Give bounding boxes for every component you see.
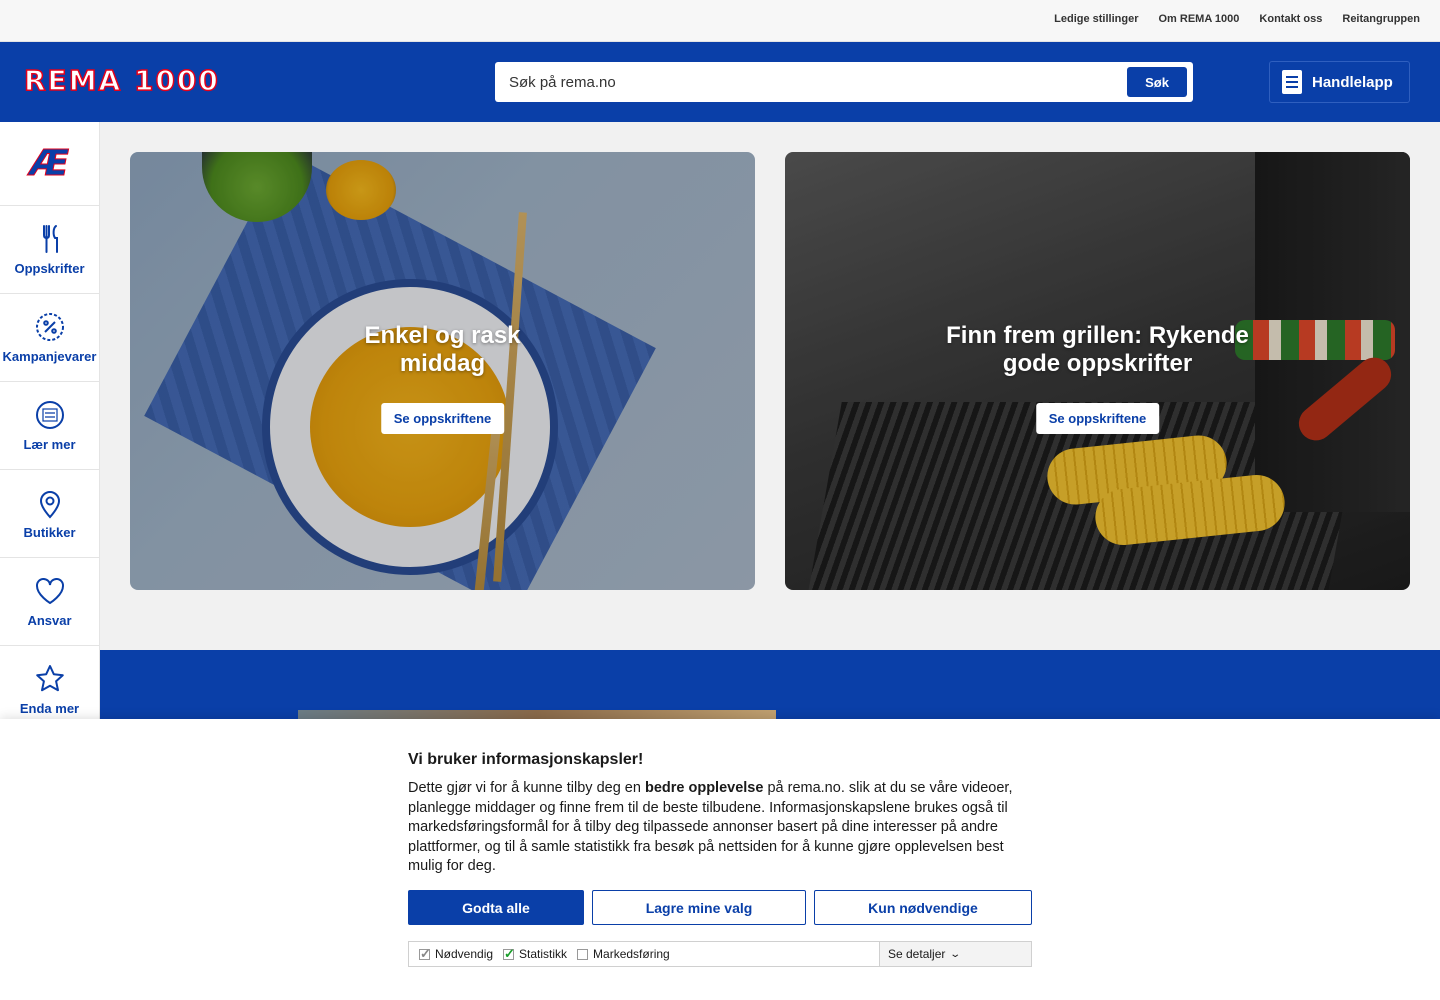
shopping-list-label: Handlelapp: [1312, 73, 1393, 91]
ae-logo-icon: Æ: [29, 143, 70, 185]
sidebar-item-kampanjevarer[interactable]: Kampanjevarer: [0, 294, 99, 382]
sidebar-brand[interactable]: Æ: [0, 122, 99, 206]
card-title: Finn frem grillen: Rykende gode oppskrif…: [946, 322, 1249, 377]
see-details-toggle[interactable]: Se detaljer ⌄: [879, 942, 1031, 966]
heart-icon: [35, 578, 64, 605]
sidebar-item-label: Ansvar: [27, 613, 72, 628]
promo-card-middag[interactable]: Enkel og rask middag Se oppskriftene: [130, 152, 755, 590]
sidebar-item-label: Lær mer: [23, 437, 76, 452]
link-reitangruppen[interactable]: Reitangruppen: [1342, 13, 1420, 25]
cookie-text-part: Dette gjør vi for å kunne tilby deg en: [408, 780, 645, 796]
sidebar-item-label: Butikker: [23, 525, 76, 540]
link-kontakt-oss[interactable]: Kontakt oss: [1259, 13, 1322, 25]
search-button[interactable]: Søk: [1127, 67, 1187, 97]
cookie-description: Dette gjør vi for å kunne tilby deg en b…: [408, 779, 1038, 877]
shopping-list-button[interactable]: Handlelapp: [1269, 61, 1410, 103]
see-recipes-button[interactable]: Se oppskriftene: [380, 403, 505, 434]
star-icon: [35, 665, 64, 692]
location-pin-icon: [39, 491, 60, 519]
option-nodvendig[interactable]: Nødvendig: [419, 946, 494, 962]
cookie-text-bold: bedre opplevelse: [644, 780, 764, 796]
sidebar-nav: Æ Oppskrifter Kampanjevarer Lær mer Buti…: [0, 122, 100, 734]
sidebar-item-oppskrifter[interactable]: Oppskrifter: [0, 206, 99, 294]
rema-logo[interactable]: REMA 1000: [23, 63, 220, 98]
search-input[interactable]: [509, 71, 1109, 93]
link-ledige-stillinger[interactable]: Ledige stillinger: [1054, 13, 1138, 25]
cutlery-icon: [42, 225, 58, 253]
option-markedsforing[interactable]: Markedsføring: [577, 947, 670, 961]
percent-icon: [35, 313, 64, 341]
only-necessary-button[interactable]: Kun nødvendige: [814, 890, 1032, 925]
sidebar-item-butikker[interactable]: Butikker: [0, 470, 99, 558]
see-recipes-button[interactable]: Se oppskriftene: [1035, 403, 1160, 434]
chevron-down-icon: ⌄: [949, 948, 962, 960]
sidebar-item-laer-mer[interactable]: Lær mer: [0, 382, 99, 470]
promo-card-grill[interactable]: Finn frem grillen: Rykende gode oppskrif…: [785, 152, 1410, 590]
cookie-banner: Vi bruker informasjonskapsler! Dette gjø…: [0, 719, 1440, 1000]
option-statistikk[interactable]: Statistikk: [503, 946, 568, 962]
sidebar-item-label: Kampanjevarer: [2, 349, 97, 364]
details-label: Se detaljer: [888, 947, 946, 961]
laer-mer-icon: [35, 401, 64, 429]
card-title: Enkel og rask middag: [364, 322, 521, 377]
cookie-title: Vi bruker informasjonskapsler!: [408, 751, 644, 768]
sidebar-item-label: Oppskrifter: [14, 261, 85, 276]
checkbox-markedsforing[interactable]: [577, 948, 589, 960]
utility-links: Ledige stillinger Om REMA 1000 Kontakt o…: [1054, 13, 1420, 25]
option-label: Statistikk: [519, 947, 568, 961]
option-label: Nødvendig: [435, 947, 494, 961]
link-om-rema[interactable]: Om REMA 1000: [1159, 13, 1240, 25]
site-header: REMA 1000 Søk Handlelapp: [0, 42, 1440, 122]
cookie-options: Nødvendig Statistikk Markedsføring Se de…: [408, 941, 1032, 967]
search-bar: Søk: [495, 62, 1193, 102]
accept-all-button[interactable]: Godta alle: [408, 890, 584, 925]
checkbox-statistikk[interactable]: [503, 946, 515, 962]
checkbox-nodvendig[interactable]: [419, 946, 431, 962]
sidebar-item-ansvar[interactable]: Ansvar: [0, 558, 99, 646]
shopping-list-icon: [1282, 70, 1302, 94]
sidebar-item-label: Enda mer: [19, 701, 80, 716]
top-utility-bar: Ledige stillinger Om REMA 1000 Kontakt o…: [0, 0, 1440, 42]
option-label: Markedsføring: [593, 947, 670, 961]
save-choices-button[interactable]: Lagre mine valg: [592, 890, 806, 925]
